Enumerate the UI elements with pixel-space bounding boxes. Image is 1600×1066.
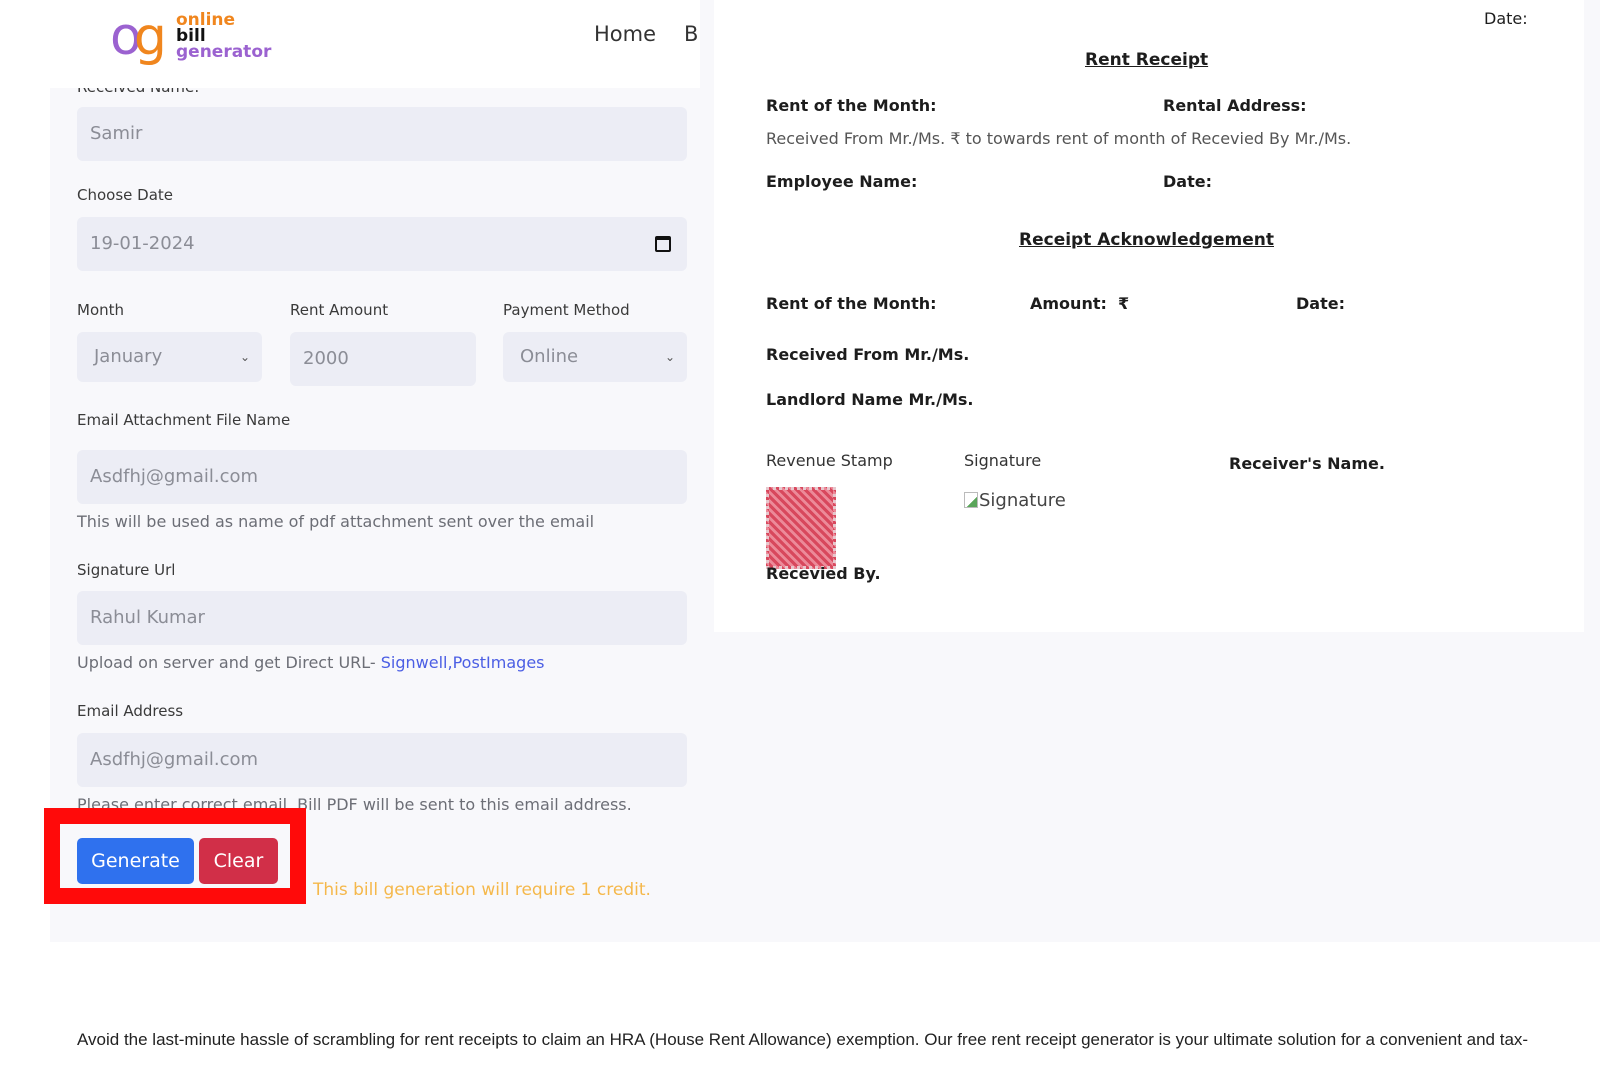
rent-amount-input[interactable]: 2000 xyxy=(290,332,476,386)
ack-date: Date: xyxy=(1296,294,1345,313)
month-value: January xyxy=(94,346,163,367)
employee-name-field: Employee Name: xyxy=(766,172,918,191)
signature-url-input[interactable]: Rahul Kumar xyxy=(77,591,687,645)
receipt-sentence: Received From Mr./Ms. ₹ to towards rent … xyxy=(766,129,1352,148)
signature-url-help-text: Upload on server and get Direct URL- xyxy=(77,653,381,672)
signature-url-help: Upload on server and get Direct URL- Sig… xyxy=(77,653,545,672)
clear-button[interactable]: Clear xyxy=(199,838,278,884)
logo-wordmark: online bill generator xyxy=(176,10,272,62)
month-label: Month xyxy=(77,301,125,319)
email-label: Email Address xyxy=(77,702,184,720)
receipt-preview xyxy=(714,0,1584,632)
nav-home[interactable]: Home xyxy=(594,22,656,46)
broken-image-icon xyxy=(964,492,978,508)
month-select[interactable]: January ⌄ xyxy=(77,332,262,382)
logo[interactable]: og online bill generator xyxy=(110,4,280,70)
signature-url-label: Signature Url xyxy=(77,561,176,579)
generate-button[interactable]: Generate xyxy=(77,838,194,884)
attachment-name-input[interactable]: Asdfhj@gmail.com xyxy=(77,450,687,504)
ack-landlord: Landlord Name Mr./Ms. xyxy=(766,390,974,409)
email-input[interactable]: Asdfhj@gmail.com xyxy=(77,733,687,787)
attachment-name-label: Email Attachment File Name xyxy=(77,411,291,429)
logo-monogram: og xyxy=(110,7,167,67)
rental-address-field: Rental Address: xyxy=(1163,96,1307,115)
signature-alt-text: Signature xyxy=(979,490,1066,511)
signature-label: Signature xyxy=(964,451,1042,470)
date-input[interactable]: 19-01-2024 xyxy=(77,217,687,271)
receivers-name: Receiver's Name. xyxy=(1229,454,1385,473)
main-nav: Home B xyxy=(594,22,698,46)
signature-image: Signature xyxy=(964,490,1066,511)
calendar-icon[interactable] xyxy=(655,236,671,252)
intro-paragraph: Avoid the last-minute hassle of scrambli… xyxy=(77,1030,1529,1049)
postimages-link[interactable]: PostImages xyxy=(453,653,545,672)
payment-method-select[interactable]: Online ⌄ xyxy=(503,332,687,382)
site-header: og online bill generator Home B xyxy=(0,0,700,88)
ack-received-from: Received From Mr./Ms. xyxy=(766,345,970,364)
received-by: Recevied By. xyxy=(766,564,881,583)
revenue-stamp-label: Revenue Stamp xyxy=(766,451,893,470)
ack-rent-month: Rent of the Month: xyxy=(766,294,937,313)
nav-item-truncated[interactable]: B xyxy=(684,22,698,46)
ack-title: Receipt Acknowledgement xyxy=(1019,230,1274,250)
receipt-title: Rent Receipt xyxy=(1085,50,1209,70)
attachment-name-help: This will be used as name of pdf attachm… xyxy=(77,512,595,531)
payment-method-label: Payment Method xyxy=(503,301,630,319)
receipt-top-date: Date: xyxy=(1484,9,1528,28)
chevron-down-icon: ⌄ xyxy=(239,350,250,364)
rent-month-field: Rent of the Month: xyxy=(766,96,937,115)
rent-amount-label: Rent Amount xyxy=(290,301,389,319)
date-label: Choose Date xyxy=(77,186,173,204)
signwell-link[interactable]: Signwell xyxy=(381,653,448,672)
ack-amount: Amount: ₹ xyxy=(1030,294,1130,313)
date-value: 19-01-2024 xyxy=(90,233,195,254)
chevron-down-icon: ⌄ xyxy=(664,350,675,364)
revenue-stamp-image xyxy=(766,487,836,569)
payment-method-value: Online xyxy=(520,346,579,367)
credit-note: This bill generation will require 1 cred… xyxy=(313,880,651,900)
received-name-input[interactable]: Samir xyxy=(77,107,687,161)
receipt-date-field: Date: xyxy=(1163,172,1212,191)
